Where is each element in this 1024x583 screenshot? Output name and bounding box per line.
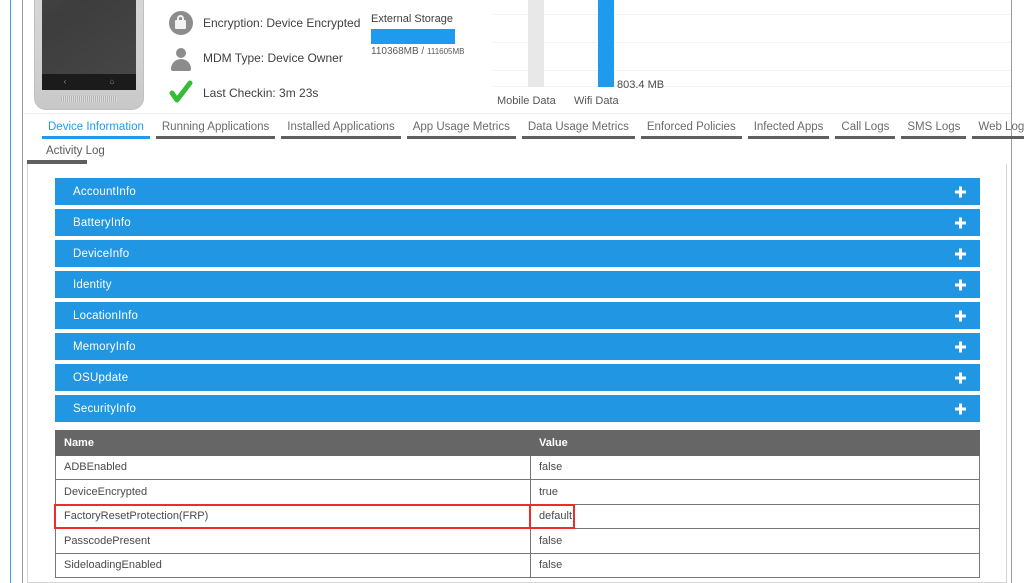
plus-icon[interactable] xyxy=(955,217,966,228)
main-tab-bar: Device Information Running Applications … xyxy=(23,113,1024,139)
plus-icon[interactable] xyxy=(955,279,966,290)
phone-navbar: ‹ ⌂ xyxy=(42,74,136,90)
table-row[interactable]: DeviceEncrypted true xyxy=(55,479,980,505)
table-row[interactable]: PasscodePresent false xyxy=(55,528,980,554)
right-gray-rule xyxy=(1011,0,1012,583)
accordion-label: SecurityInfo xyxy=(73,402,137,415)
accordion-item-securityinfo[interactable]: SecurityInfo xyxy=(55,395,980,422)
tab-call-logs[interactable]: Call Logs xyxy=(832,114,898,139)
table-cell-value: false xyxy=(530,454,980,480)
device-information-panel: AccountInfo BatteryInfo DeviceInfo Ident… xyxy=(27,160,1007,583)
external-storage-usage: 110368MB / 111605MB xyxy=(371,46,491,57)
accordion-item-locationinfo[interactable]: LocationInfo xyxy=(55,302,980,329)
table-header-value: Value xyxy=(530,430,980,456)
table-header-name: Name xyxy=(55,430,531,456)
plus-icon[interactable] xyxy=(955,248,966,259)
plus-icon[interactable] xyxy=(955,310,966,321)
accordion-label: MemoryInfo xyxy=(73,340,136,353)
chart-bar-mobile-data[interactable] xyxy=(528,0,544,87)
accordion-label: DeviceInfo xyxy=(73,247,130,260)
table-cell-name: PasscodePresent xyxy=(55,528,531,554)
device-phone-illustration: ‹ ⌂ xyxy=(34,0,144,110)
left-blue-rule xyxy=(10,0,11,583)
tab-installed-applications[interactable]: Installed Applications xyxy=(278,114,403,139)
tab-sms-logs[interactable]: SMS Logs xyxy=(898,114,969,139)
lock-icon xyxy=(168,10,194,36)
external-storage-label: External Storage xyxy=(371,13,453,25)
chart-gridline xyxy=(493,14,1011,15)
phone-home-icon: ⌂ xyxy=(109,77,115,86)
chart-bar-wifi-data[interactable] xyxy=(598,0,614,87)
chart-xtick-mobile-data: Mobile Data xyxy=(497,95,556,107)
table-cell-value: default xyxy=(530,503,980,529)
tab-app-usage-metrics[interactable]: App Usage Metrics xyxy=(404,114,519,139)
device-details-page: ‹ ⌂ Encryption: Device Encrypted MDM Typ… xyxy=(0,0,1024,583)
tab-enforced-policies[interactable]: Enforced Policies xyxy=(638,114,745,139)
accordion-label: LocationInfo xyxy=(73,309,139,322)
table-row[interactable]: SideloadingEnabled false xyxy=(55,552,980,578)
external-storage-bar-fill xyxy=(371,29,455,44)
plus-icon[interactable] xyxy=(955,372,966,383)
external-storage-total: 111605MB xyxy=(426,47,465,56)
external-storage-used: 110368MB xyxy=(371,46,419,57)
table-row-highlighted[interactable]: FactoryResetProtection(FRP) default xyxy=(55,503,980,529)
chart-gridline xyxy=(493,42,1011,43)
sub-tab-bar: Activity Log xyxy=(23,139,1011,163)
table-cell-value: true xyxy=(530,479,980,505)
table-cell-name: SideloadingEnabled xyxy=(55,552,531,578)
external-storage-bar-track xyxy=(371,29,455,44)
panel-top-accent xyxy=(27,160,87,164)
plus-icon[interactable] xyxy=(955,186,966,197)
accordion-label: AccountInfo xyxy=(73,185,136,198)
chart-xtick-wifi-data: Wifi Data xyxy=(574,95,619,107)
accordion-item-batteryinfo[interactable]: BatteryInfo xyxy=(55,209,980,236)
external-storage-separator: / xyxy=(418,46,427,57)
info-row-mdm-type: MDM Type: Device Owner xyxy=(168,40,368,75)
plus-icon[interactable] xyxy=(955,403,966,414)
table-row[interactable]: ADBEnabled false xyxy=(55,454,980,480)
security-info-table: Name Value ADBEnabled false DeviceEncryp… xyxy=(55,430,980,578)
table-cell-value: false xyxy=(530,528,980,554)
accordion-label: Identity xyxy=(73,278,112,291)
plus-icon[interactable] xyxy=(955,341,966,352)
device-summary-region: ‹ ⌂ Encryption: Device Encrypted MDM Typ… xyxy=(23,0,1011,113)
tab-running-applications[interactable]: Running Applications xyxy=(153,114,278,139)
device-info-accordion: AccountInfo BatteryInfo DeviceInfo Ident… xyxy=(55,178,980,426)
table-cell-name: ADBEnabled xyxy=(55,454,531,480)
data-usage-chart: 803.4 MB Mobile Data Wifi Data xyxy=(493,0,1011,113)
person-icon xyxy=(168,45,194,71)
tab-infected-apps[interactable]: Infected Apps xyxy=(745,114,833,139)
tab-data-usage-metrics[interactable]: Data Usage Metrics xyxy=(519,114,638,139)
accordion-item-osupdate[interactable]: OSUpdate xyxy=(55,364,980,391)
table-cell-value: false xyxy=(530,552,980,578)
info-row-last-checkin: Last Checkin: 3m 23s xyxy=(168,75,368,110)
chart-gridline xyxy=(493,70,1011,71)
accordion-item-identity[interactable]: Identity xyxy=(55,271,980,298)
chart-bar-wifi-value-label: 803.4 MB xyxy=(617,79,665,91)
info-row-last-checkin-label: Last Checkin: 3m 23s xyxy=(203,85,319,100)
storage-summary: 1237MB / 111605MB External Storage 11036… xyxy=(371,0,491,57)
accordion-label: BatteryInfo xyxy=(73,216,131,229)
phone-back-icon: ‹ xyxy=(63,77,67,86)
tab-device-information[interactable]: Device Information xyxy=(39,114,153,139)
accordion-item-accountinfo[interactable]: AccountInfo xyxy=(55,178,980,205)
device-info-list: Encryption: Device Encrypted MDM Type: D… xyxy=(168,0,368,110)
info-row-encryption: Encryption: Device Encrypted xyxy=(168,5,368,40)
phone-speaker-grille xyxy=(61,96,117,102)
tab-web-logs[interactable]: Web Logs xyxy=(969,114,1024,139)
accordion-item-deviceinfo[interactable]: DeviceInfo xyxy=(55,240,980,267)
info-row-encryption-label: Encryption: Device Encrypted xyxy=(203,15,361,30)
table-cell-name: FactoryResetProtection(FRP) xyxy=(55,503,531,529)
table-header-row: Name Value xyxy=(55,430,980,456)
check-icon xyxy=(168,80,194,106)
table-cell-name: DeviceEncrypted xyxy=(55,479,531,505)
phone-screen xyxy=(42,0,136,74)
briefcase-icon xyxy=(168,0,194,1)
accordion-label: OSUpdate xyxy=(73,371,129,384)
accordion-item-memoryinfo[interactable]: MemoryInfo xyxy=(55,333,980,360)
info-row-mdm-type-label: MDM Type: Device Owner xyxy=(203,50,343,65)
chart-gridline xyxy=(493,86,1011,87)
